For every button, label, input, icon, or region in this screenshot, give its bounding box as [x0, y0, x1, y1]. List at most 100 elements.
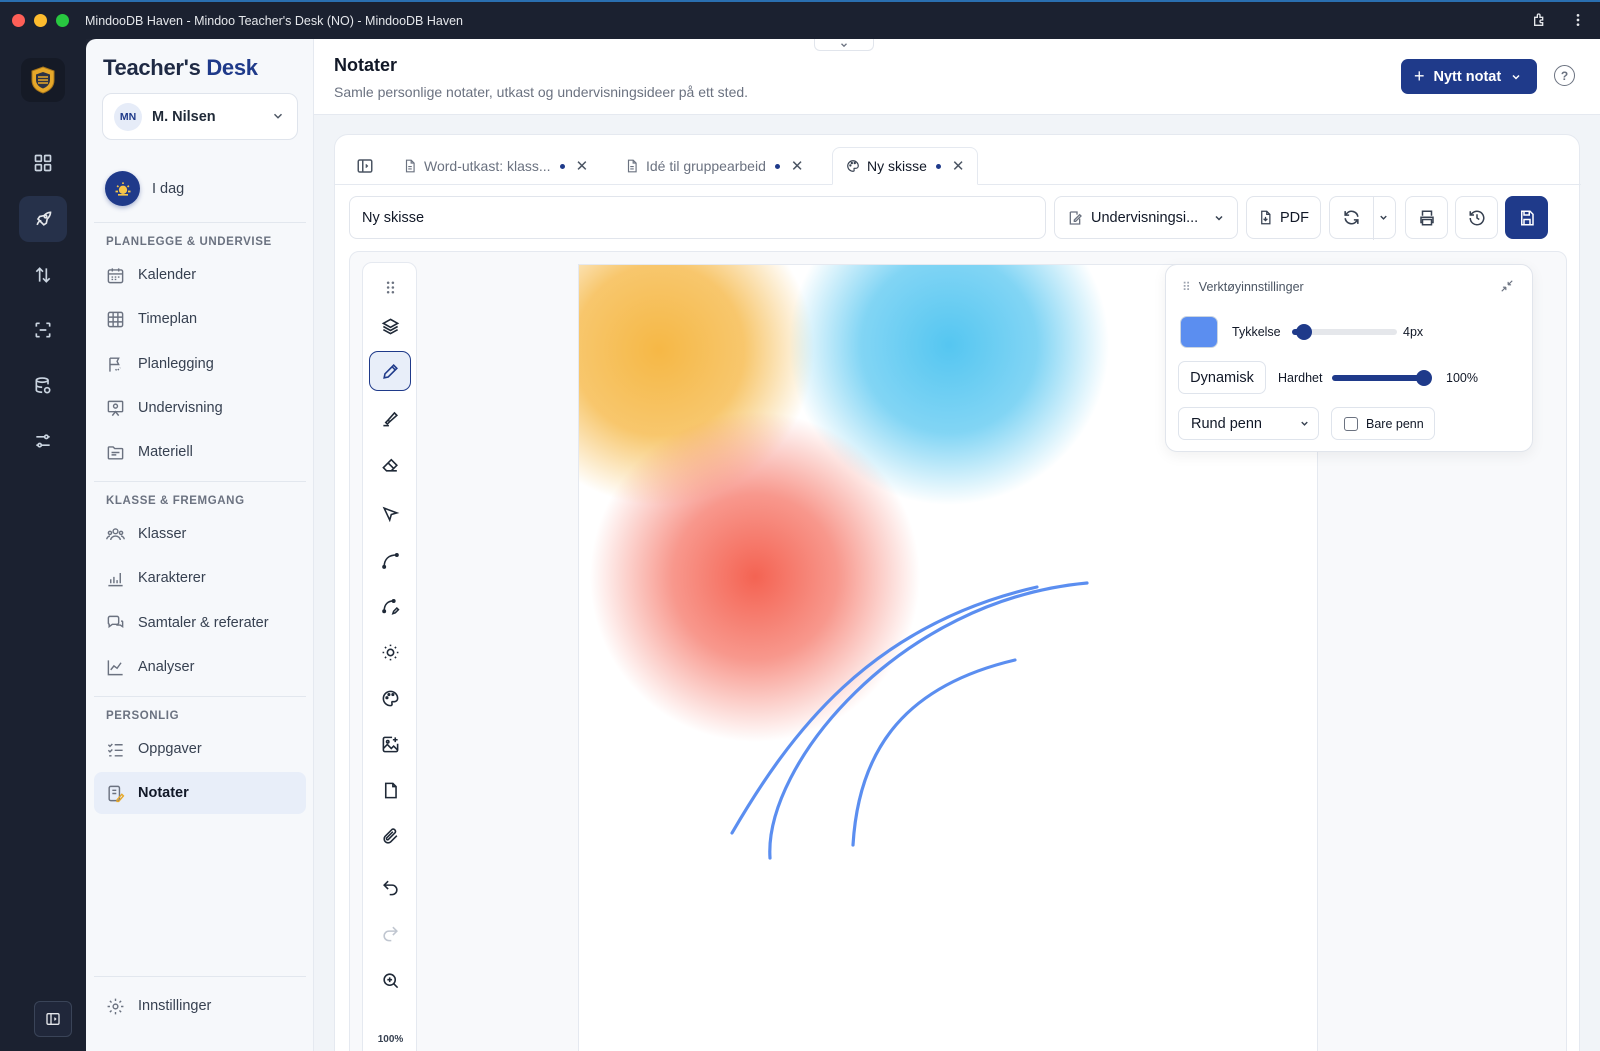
dynamic-button[interactable]: Dynamisk [1178, 361, 1266, 394]
sidebar: Teacher's Desk MN M. Nilsen I dag PLANLE… [86, 39, 314, 1051]
sidebar-item-timeplan[interactable]: Timeplan [94, 298, 306, 340]
sidebar-item-label: Timeplan [138, 311, 198, 327]
select-tool[interactable] [369, 494, 411, 534]
sunrise-icon [105, 171, 140, 206]
pdf-label: PDF [1280, 209, 1309, 226]
note-title-input[interactable]: Ny skisse [349, 196, 1046, 239]
highlighter-tool[interactable] [369, 398, 411, 438]
new-note-button[interactable]: + Nytt notat [1401, 59, 1537, 94]
grip-icon[interactable]: ⠿ [1182, 280, 1191, 294]
rail-scan-button[interactable] [19, 307, 67, 353]
sidebar-item-materiell[interactable]: Materiell [94, 431, 306, 473]
checklist-icon [107, 742, 123, 757]
extension-icon[interactable] [1532, 12, 1548, 28]
database-icon [35, 377, 51, 394]
collapse-sidebar-button[interactable] [34, 1001, 72, 1037]
pen-only-toggle[interactable]: Bare penn [1331, 407, 1435, 440]
curve-pen-icon [381, 598, 400, 615]
cursor-icon [382, 506, 399, 522]
brightness-tool[interactable] [369, 632, 411, 672]
color-tool[interactable] [369, 678, 411, 718]
sidebar-item-innstillinger[interactable]: Innstillinger [94, 985, 306, 1027]
pen-tool[interactable] [369, 351, 411, 391]
panel-toggle-icon[interactable] [356, 157, 374, 175]
tab-new-sketch[interactable]: Ny skisse ✕ [832, 147, 978, 185]
sidebar-item-label: Planlegging [138, 356, 214, 372]
pen-only-checkbox[interactable] [1344, 416, 1358, 431]
sidebar-item-undervisning[interactable]: Undervisning [94, 387, 306, 429]
page-title: Notater [334, 55, 398, 75]
sidebar-item-label: Innstillinger [138, 998, 212, 1014]
layers-tool[interactable] [369, 306, 411, 346]
window-controls [12, 14, 69, 27]
zoom-level: 100% [377, 1034, 404, 1045]
sidebar-item-kalender[interactable]: Kalender [94, 254, 306, 296]
tab-word-draft[interactable]: Word-utkast: klass... ✕ [403, 147, 588, 185]
more-vertical-icon[interactable] [1570, 12, 1586, 28]
sidebar-item-label: Analyser [138, 659, 195, 675]
save-button[interactable] [1505, 196, 1548, 239]
today-label: I dag [152, 180, 185, 197]
editor-toolbar: Ny skisse Undervisningsi... PDF [349, 196, 1567, 240]
help-icon[interactable]: ? [1554, 65, 1575, 86]
gear-icon [107, 998, 124, 1014]
collapse-icon[interactable] [1500, 279, 1514, 293]
pen-only-label: Bare penn [1366, 416, 1424, 431]
hardness-slider[interactable] [1332, 370, 1432, 386]
attach-tool[interactable] [369, 816, 411, 856]
sync-button[interactable] [1329, 196, 1396, 240]
close-icon[interactable]: ✕ [576, 157, 589, 175]
close-icon[interactable]: ✕ [952, 157, 965, 175]
slider-knob[interactable] [1296, 324, 1313, 340]
today-link[interactable]: I dag [105, 171, 184, 206]
redo-button[interactable] [369, 913, 411, 953]
export-pdf-button[interactable]: PDF [1246, 196, 1321, 239]
avatar: MN [114, 102, 142, 131]
rail-settings-button[interactable] [19, 418, 67, 464]
history-button[interactable] [1455, 196, 1498, 239]
tab-group-work[interactable]: Idé til gruppearbeid ✕ [625, 147, 803, 185]
pen-type-select[interactable]: Rund penn [1178, 407, 1319, 440]
unsaved-dot [559, 163, 565, 169]
sidebar-item-oppgaver[interactable]: Oppgaver [94, 728, 306, 770]
tool-settings-panel: ⠿ Verktøyinnstillinger Tykkelse 4px Dyna… [1165, 264, 1533, 452]
layers-icon [381, 317, 399, 335]
category-select[interactable]: Undervisningsi... [1054, 196, 1238, 239]
minimize-window-button[interactable] [34, 14, 47, 27]
zoom-in-button[interactable] [369, 960, 411, 1000]
chevron-down-icon [1215, 215, 1223, 221]
chevron-down-icon[interactable] [1378, 212, 1389, 223]
close-window-button[interactable] [12, 14, 25, 27]
sidebar-item-analyser[interactable]: Analyser [94, 646, 306, 688]
sidebar-item-karakterer[interactable]: Karakterer [94, 557, 306, 599]
rail-rocket-button[interactable] [19, 196, 67, 242]
close-icon[interactable]: ✕ [791, 157, 804, 175]
sidebar-item-notater[interactable]: Notater [94, 772, 306, 814]
section-title-personal: PERSONLIG [106, 710, 180, 722]
new-note-label: Nytt notat [1433, 68, 1502, 85]
pencil-icon [382, 363, 398, 379]
sidebar-item-label: Klasser [138, 526, 187, 542]
sidebar-item-klasser[interactable]: Klasser [94, 513, 306, 555]
eraser-tool[interactable] [369, 444, 411, 484]
drag-handle[interactable] [369, 267, 411, 307]
curve-tool[interactable] [369, 540, 411, 580]
maximize-window-button[interactable] [56, 14, 69, 27]
document-icon [627, 159, 637, 173]
thickness-slider[interactable] [1292, 324, 1397, 340]
rail-dashboard-button[interactable] [19, 140, 67, 186]
user-selector[interactable]: MN M. Nilsen [102, 93, 298, 140]
collapse-header-handle[interactable] [814, 39, 874, 51]
rail-sync-button[interactable] [19, 252, 67, 298]
page-tool[interactable] [369, 770, 411, 810]
tab-label: Ny skisse [867, 158, 927, 174]
slider-knob[interactable] [1416, 370, 1432, 386]
undo-button[interactable] [369, 867, 411, 907]
rail-database-button[interactable] [19, 363, 67, 409]
pen-color-swatch[interactable] [1180, 316, 1218, 348]
insert-image-tool[interactable] [369, 724, 411, 764]
curve-pen-tool[interactable] [369, 586, 411, 626]
print-button[interactable] [1405, 196, 1448, 239]
sidebar-item-samtaler[interactable]: Samtaler & referater [94, 602, 306, 644]
sidebar-item-planlegging[interactable]: Planlegging [94, 343, 306, 385]
